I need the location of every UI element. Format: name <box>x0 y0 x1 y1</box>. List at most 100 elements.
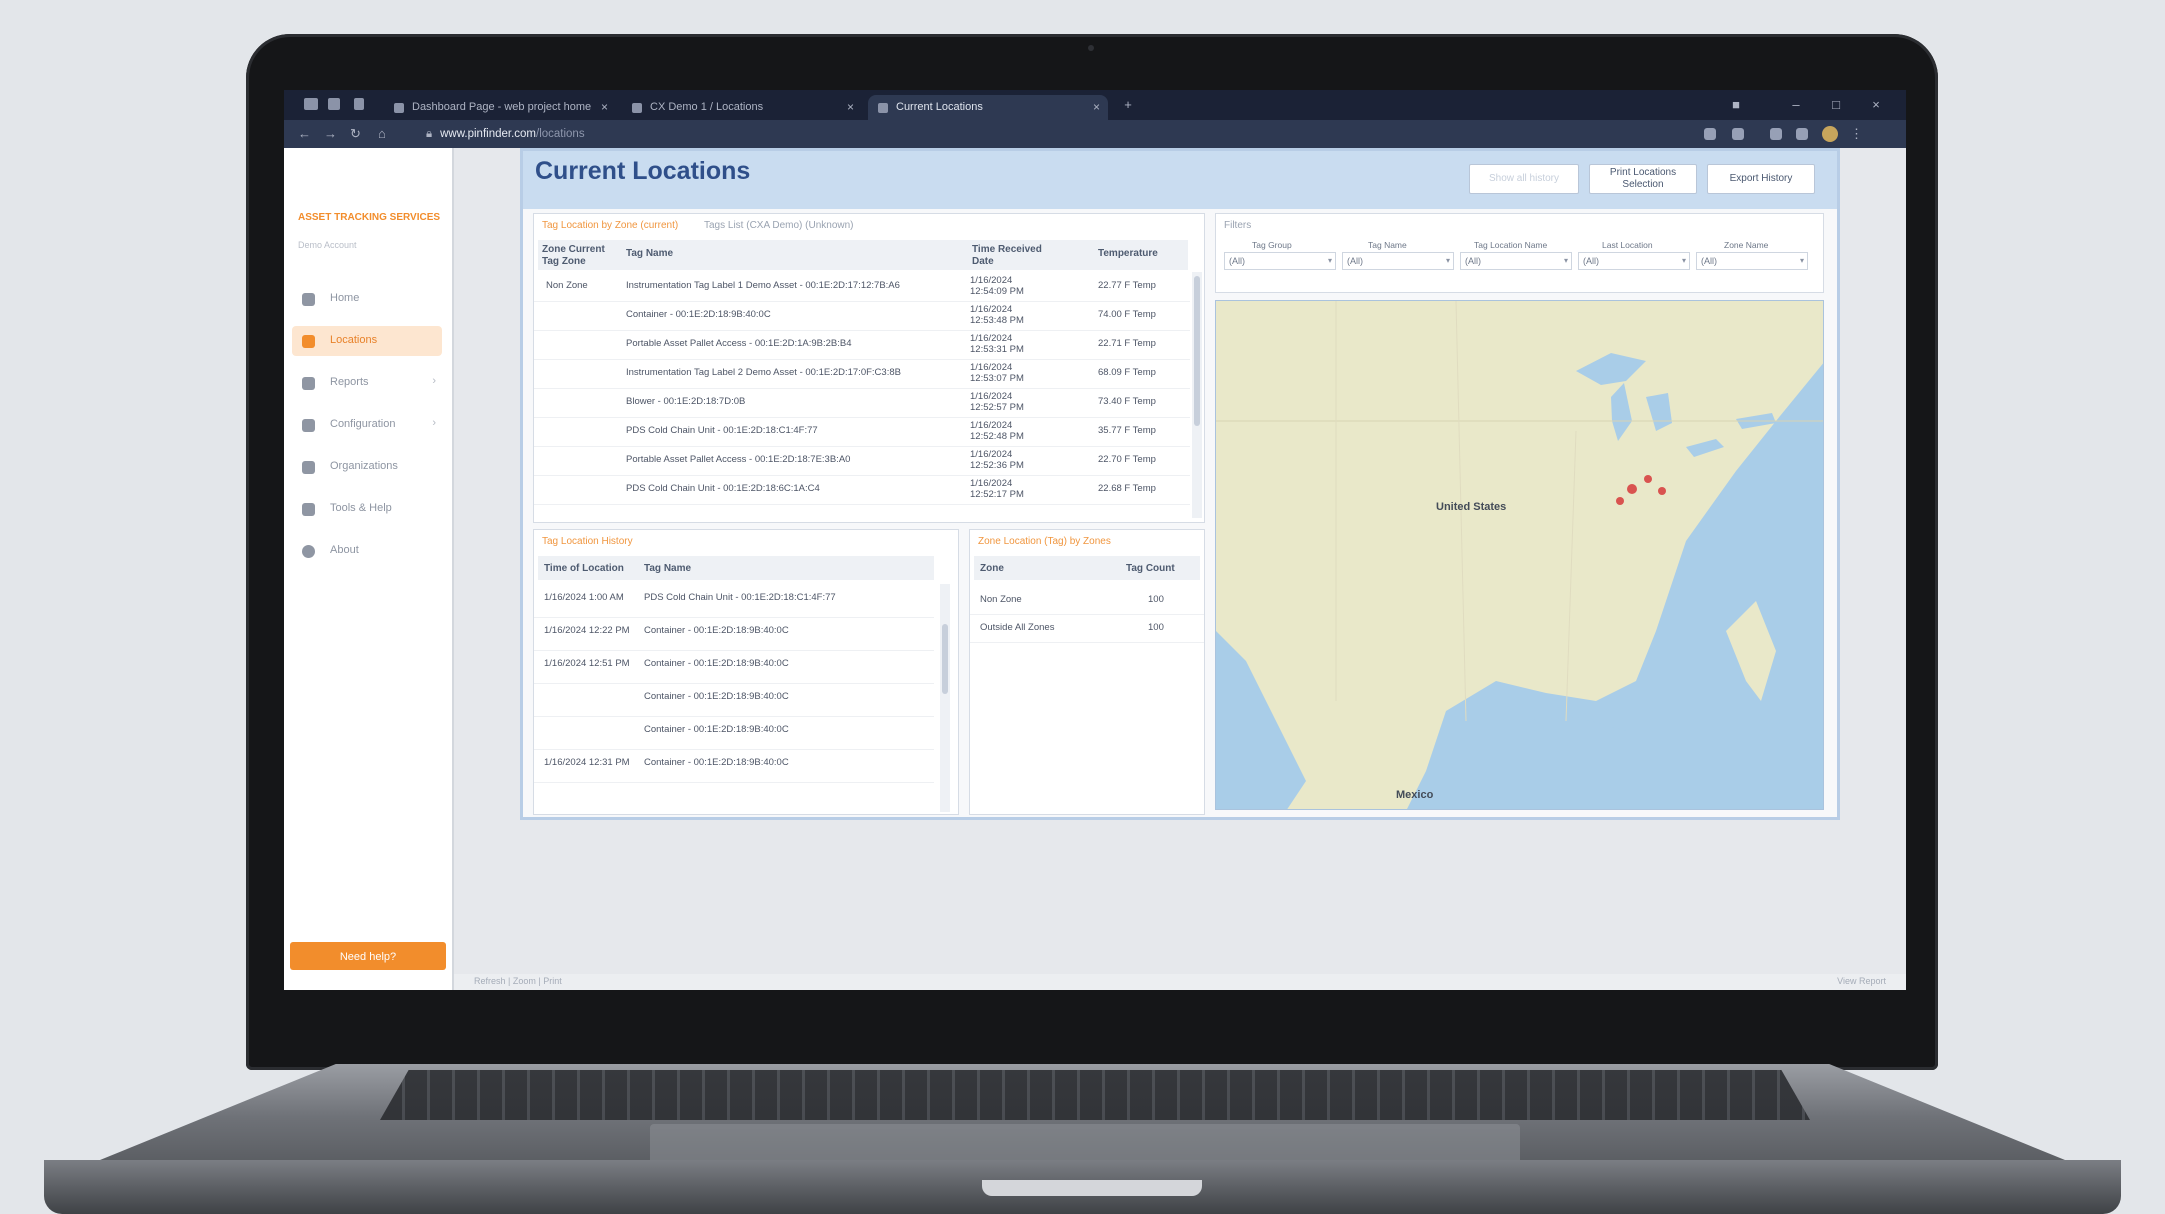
menu-icon[interactable]: ⋮ <box>1850 126 1863 142</box>
table-row[interactable]: Container - 00:1E:2D:18:9B:40:0C <box>534 716 934 750</box>
help-button[interactable]: Need help? <box>290 942 446 970</box>
table-row[interactable]: 1/16/2024 12:22 PM Container - 00:1E:2D:… <box>534 617 934 651</box>
table-row[interactable]: 1/16/2024 12:51 PM Container - 00:1E:2D:… <box>534 650 934 684</box>
print-locations-button[interactable]: Print Locations Selection <box>1589 164 1697 194</box>
tag-group-select[interactable]: (All) ▾ <box>1224 252 1336 270</box>
workspaces-icon[interactable] <box>328 98 340 110</box>
sidebar-item-organizations[interactable]: Organizations <box>292 452 442 482</box>
tag-location-select[interactable]: (All) ▾ <box>1460 252 1572 270</box>
cell-tag: Container - 00:1E:2D:18:9B:40:0C <box>644 625 789 636</box>
history-scrollbar[interactable] <box>940 584 950 812</box>
scrollbar-thumb[interactable] <box>1194 276 1200 426</box>
history-link[interactable]: Tag Location History <box>542 536 633 547</box>
chevron-down-icon: ▾ <box>1563 256 1568 265</box>
column-header-temperature[interactable]: Temperature <box>1098 248 1158 260</box>
scrollbar-thumb[interactable] <box>942 624 948 694</box>
last-location-select[interactable]: (All) ▾ <box>1578 252 1690 270</box>
location-map[interactable]: United States Mexico <box>1215 300 1824 810</box>
location-marker[interactable] <box>1616 497 1624 505</box>
zoom-icon[interactable] <box>1704 128 1716 140</box>
cell-temperature: 68.09 F Temp <box>1098 367 1156 378</box>
window-close-icon[interactable]: × <box>1864 90 1888 120</box>
maximize-icon[interactable]: □ <box>1824 90 1848 120</box>
tag-name-select[interactable]: (All) ▾ <box>1342 252 1454 270</box>
cell-zone: Non Zone <box>980 594 1022 605</box>
close-icon[interactable]: × <box>1093 95 1100 120</box>
cell-date: 1/16/2024 <box>970 449 1013 460</box>
cell-time: 12:52:48 PM <box>970 431 1024 442</box>
table-row[interactable]: 1/16/2024 12:31 PM Container - 00:1E:2D:… <box>534 749 934 783</box>
column-header-tag[interactable]: Tag Name <box>626 248 673 260</box>
location-marker[interactable] <box>1627 484 1637 494</box>
tab-current-locations[interactable]: Current Locations × <box>868 95 1108 120</box>
column-header-zone[interactable]: Zone <box>980 563 1004 575</box>
sidebar-item-configuration[interactable]: Configuration › <box>292 410 442 440</box>
status-right[interactable]: View Report <box>1837 976 1886 986</box>
sidebar-item-label: Reports <box>330 376 369 388</box>
location-marker[interactable] <box>1644 475 1652 483</box>
close-icon[interactable]: × <box>601 95 608 120</box>
tab-locations-demo[interactable]: CX Demo 1 / Locations × <box>622 95 862 120</box>
new-tab-icon[interactable]: + <box>1116 90 1140 120</box>
extensions-icon[interactable]: ■ <box>1724 90 1748 120</box>
tag-location-link[interactable]: Tag Location by Zone (current) <box>542 220 678 231</box>
report-frame: Current Locations Show all history Print… <box>520 148 1840 820</box>
sidebar-item-home[interactable]: Home <box>292 284 442 314</box>
downloads-icon[interactable] <box>1796 128 1808 140</box>
table-row[interactable]: Container - 00:1E:2D:18:9B:40:0C 1/16/20… <box>534 301 1190 331</box>
back-icon[interactable]: ← <box>298 126 311 141</box>
home-icon <box>302 293 315 306</box>
sidebar-item-locations[interactable]: Locations <box>292 326 442 356</box>
minimize-icon[interactable]: – <box>1784 90 1808 120</box>
reload-icon[interactable]: ↻ <box>350 126 361 142</box>
gulf-of-mexico <box>1446 717 1636 809</box>
share-icon[interactable] <box>354 98 364 110</box>
cell-count: 100 <box>1148 622 1164 633</box>
table-row[interactable]: Blower - 00:1E:2D:18:7D:0B 1/16/2024 12:5… <box>534 388 1190 418</box>
column-header-time[interactable]: Time Received Date <box>972 244 1042 268</box>
zone-link[interactable]: Zone Location (Tag) by Zones <box>978 536 1111 547</box>
cell-tag: Instrumentation Tag Label 1 Demo Asset -… <box>626 280 900 291</box>
extension-icon[interactable] <box>1770 128 1782 140</box>
cell-date: 1/16/2024 <box>970 478 1013 489</box>
column-header-count[interactable]: Tag Count <box>1126 563 1175 575</box>
sidebar-item-label: Tools & Help <box>330 502 392 514</box>
table-row[interactable]: Portable Asset Pallet Access - 00:1E:2D:… <box>534 330 1190 360</box>
table-row[interactable]: PDS Cold Chain Unit - 00:1E:2D:18:6C:1A:… <box>534 475 1190 505</box>
sidebar-item-reports[interactable]: Reports › <box>292 368 442 398</box>
tags-list-link[interactable]: Tags List (CXA Demo) (Unknown) <box>704 220 854 231</box>
table-row[interactable]: Instrumentation Tag Label 2 Demo Asset -… <box>534 359 1190 389</box>
cell-time: 12:52:57 PM <box>970 402 1024 413</box>
tag-list-scrollbar[interactable] <box>1192 272 1202 518</box>
cell-tag: Container - 00:1E:2D:18:9B:40:0C <box>644 724 789 735</box>
bookmark-icon[interactable] <box>1732 128 1744 140</box>
table-row[interactable]: Container - 00:1E:2D:18:9B:40:0C <box>534 683 934 717</box>
cell-temperature: 74.00 F Temp <box>1098 309 1156 320</box>
show-history-button[interactable]: Show all history <box>1469 164 1579 194</box>
column-header-zone[interactable]: Zone Current Tag Zone <box>542 244 612 268</box>
forward-icon[interactable]: → <box>324 126 337 141</box>
sidebar-toggle-icon[interactable] <box>304 98 318 110</box>
home-nav-icon[interactable]: ⌂ <box>378 126 386 141</box>
zone-name-select[interactable]: (All) ▾ <box>1696 252 1808 270</box>
table-row[interactable]: PDS Cold Chain Unit - 00:1E:2D:18:C1:4F:… <box>534 417 1190 447</box>
table-row[interactable]: Outside All Zones 100 <box>970 614 1204 643</box>
url-host: www.pinfinder.com <box>440 128 536 140</box>
url-field[interactable]: 🔒︎ www.pinfinder.com/locations <box>426 126 585 142</box>
table-row[interactable]: Non Zone Instrumentation Tag Label 1 Dem… <box>534 272 1190 302</box>
export-history-button[interactable]: Export History <box>1707 164 1815 194</box>
sidebar-item-about[interactable]: About <box>292 536 442 566</box>
close-icon[interactable]: × <box>847 95 854 120</box>
cell-temperature: 22.70 F Temp <box>1098 454 1156 465</box>
location-marker[interactable] <box>1658 487 1666 495</box>
column-header-time[interactable]: Time of Location <box>544 563 624 575</box>
profile-avatar[interactable] <box>1822 126 1838 142</box>
table-row[interactable]: Portable Asset Pallet Access - 00:1E:2D:… <box>534 446 1190 476</box>
column-header-tag[interactable]: Tag Name <box>644 563 691 575</box>
filter-label: Zone Name <box>1724 240 1769 250</box>
tab-dashboard[interactable]: Dashboard Page - web project home × <box>384 95 616 120</box>
sidebar-item-tools[interactable]: Tools & Help <box>292 494 442 524</box>
table-row[interactable]: 1/16/2024 1:00 AM PDS Cold Chain Unit - … <box>534 584 934 618</box>
table-row[interactable]: Non Zone 100 <box>970 586 1204 615</box>
filter-label: Last Location <box>1602 240 1653 250</box>
